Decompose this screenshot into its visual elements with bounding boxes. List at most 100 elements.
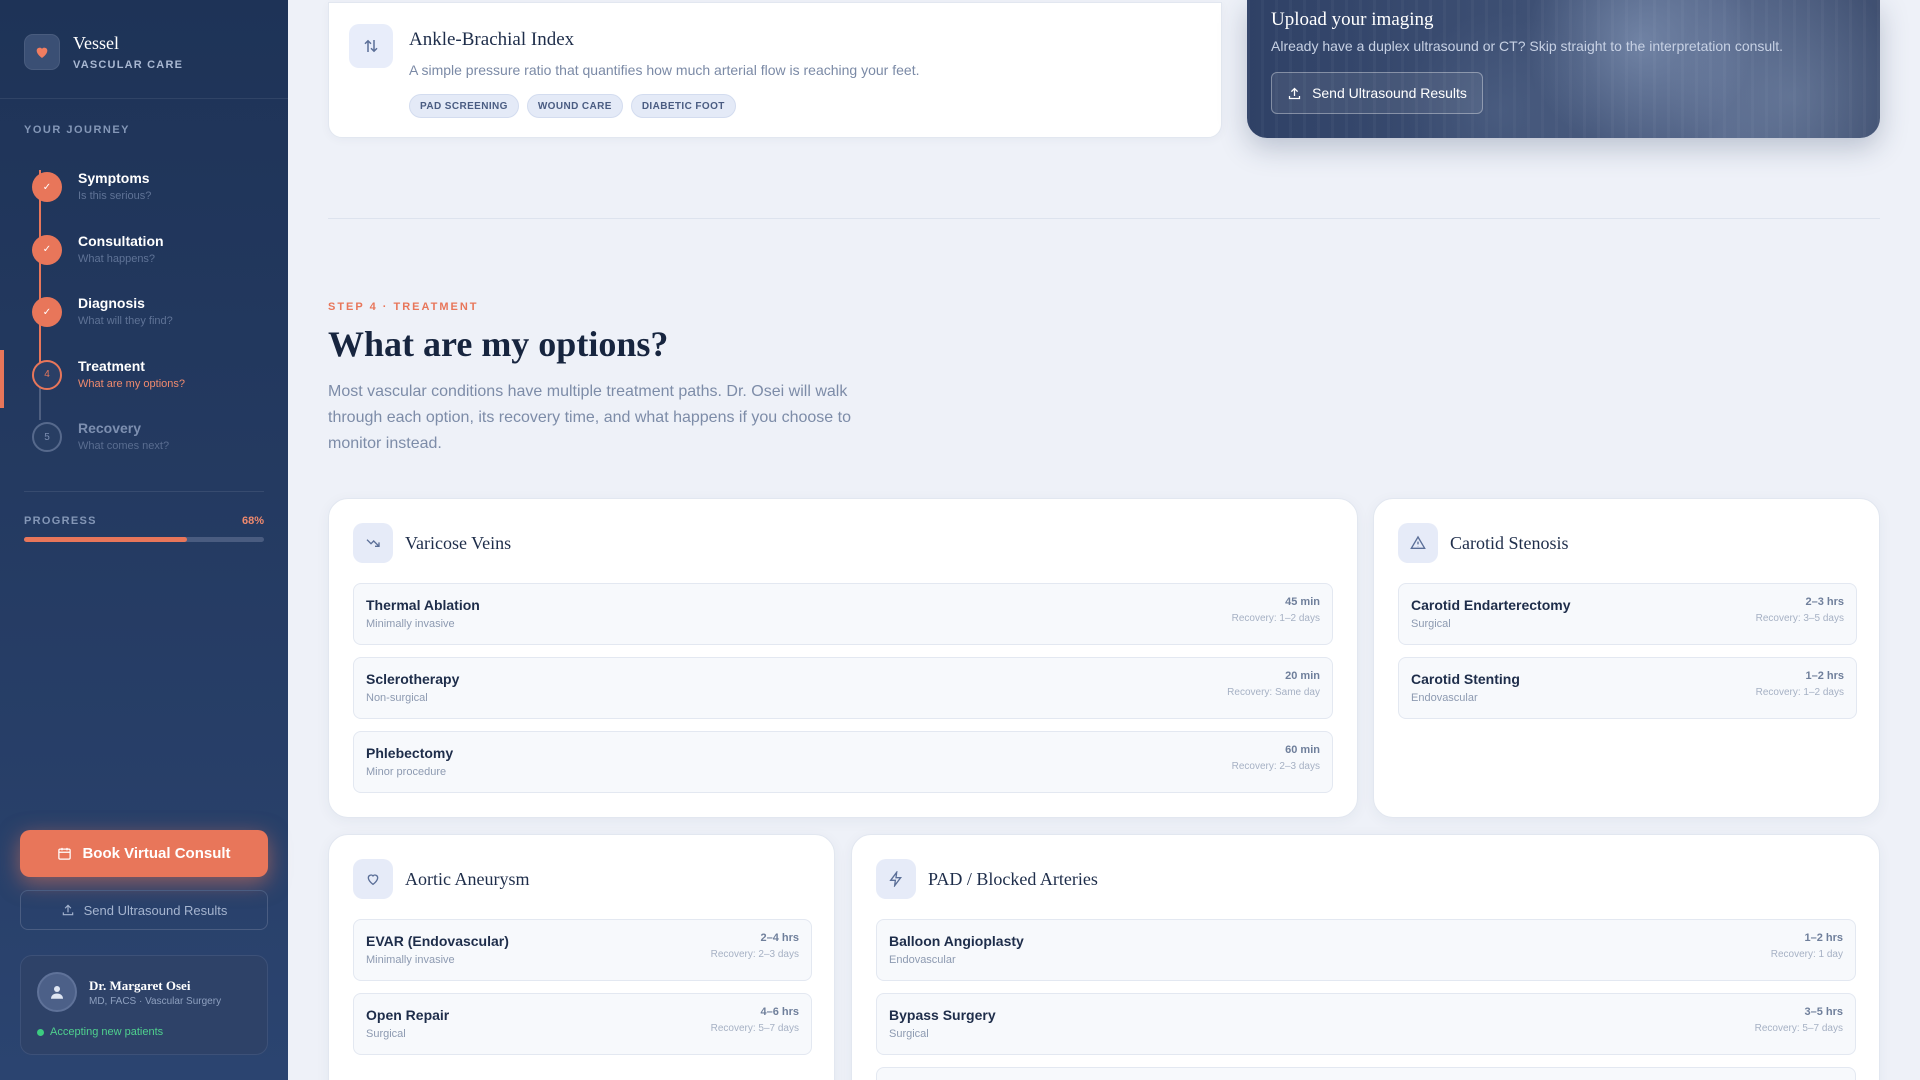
option-name: Balloon Angioplasty [889,933,1024,949]
status-dot-icon [37,1028,44,1036]
heart-outline-icon [353,859,393,899]
step-number: 4 [32,359,62,390]
option-duration: 2–3 hrs [1805,596,1844,608]
step-subtitle: Is this serious? [78,190,152,202]
condition-card-varicose: Varicose Veins Thermal Ablation Minimall… [328,498,1358,818]
status-text: Accepting new patients [50,1026,164,1038]
step-recovery[interactable]: 5 Recovery What comes next? [24,412,274,475]
option-recovery: Recovery: 5–7 days [1754,1023,1843,1034]
step-title: Symptoms [78,170,150,186]
divider [328,218,1880,219]
heart-icon [24,33,60,70]
treatment-option[interactable]: Open Repair Surgical 4–6 hrs Recovery: 5… [353,993,812,1055]
step-consultation[interactable]: ✓ Consultation What happens? [24,225,274,288]
step-subtitle: What are my options? [78,377,185,390]
option-recovery: Recovery: 1–2 days [1755,687,1844,698]
option-type: Non-surgical [366,692,428,704]
doctor-name: Dr. Margaret Osei [89,978,191,993]
option-duration: 4–6 hrs [760,1006,799,1018]
step-symptoms[interactable]: ✓ Symptoms Is this serious? [24,162,274,225]
progress-fill [24,537,188,542]
option-recovery: Recovery: 5–7 days [710,1023,799,1034]
upload-description: Already have a duplex ultrasound or CT? … [1271,38,1784,54]
option-name: Open Repair [366,1007,450,1023]
journey-label: YOUR JOURNEY [24,124,131,136]
alert-triangle-icon [1398,523,1438,563]
condition-card-carotid: Carotid Stenosis Carotid Endarterectomy … [1373,498,1880,818]
step-treatment[interactable]: 4 Treatment What are my options? [0,349,274,413]
upload-imaging-card: Upload your imaging Already have a duple… [1247,0,1880,138]
step-title: Consultation [78,232,164,249]
option-name: Sclerotherapy [366,671,460,687]
step-title: Recovery [78,420,142,436]
treatment-option[interactable]: EVAR (Endovascular) Minimally invasive 2… [353,919,812,981]
step-diagnosis[interactable]: ✓ Diagnosis What will they find? [24,287,274,350]
option-duration: 2–4 hrs [760,932,799,944]
section-eyebrow: STEP 4 · TREATMENT [328,301,479,313]
doctor-card[interactable]: Dr. Margaret Osei MD, FACS · Vascular Su… [20,955,268,1055]
book-consult-button[interactable]: Book Virtual Consult [20,830,268,877]
page-title: What are my options? [328,324,669,364]
section-intro: Most vascular conditions have multiple t… [328,383,851,452]
brand-name: Vessel [73,33,119,53]
progress-value: 68% [241,515,264,527]
send-ultrasound-button[interactable]: Send Ultrasound Results [1271,72,1483,114]
abi-card[interactable]: Ankle-Brachial Index A simple pressure r… [328,2,1222,138]
step-number: 5 [32,422,62,452]
option-type: Surgical [889,1028,929,1040]
send-results-label: Send Ultrasound Results [83,902,228,918]
check-icon: ✓ [32,297,62,327]
treatment-option[interactable]: Thermal Ablation Minimally invasive 45 m… [353,583,1333,645]
option-duration: 20 min [1285,670,1320,682]
option-type: Surgical [1411,618,1451,630]
option-type: Minor procedure [366,766,447,778]
treatment-option[interactable]: Bypass Surgery Surgical 3–5 hrs Recovery… [876,993,1856,1055]
option-duration: 1–2 hrs [1805,670,1844,682]
avatar [37,972,77,1012]
divider [0,98,288,99]
option-type: Minimally invasive [366,618,455,630]
brand-subtitle: VASCULAR CARE [73,59,184,71]
status-badge: Accepting new patients [37,1026,163,1038]
card-description: A simple pressure ratio that quantifies … [409,62,920,78]
option-duration: 45 min [1285,596,1320,608]
sidebar: Vessel VASCULAR CARE YOUR JOURNEY ✓ Symp… [0,0,288,1080]
treatment-option[interactable] [876,1067,1856,1080]
treatment-option[interactable]: Sclerotherapy Non-surgical 20 min Recove… [353,657,1333,719]
main-content: Ankle-Brachial Index A simple pressure r… [288,0,1920,1080]
active-indicator [0,349,4,408]
option-name: EVAR (Endovascular) [366,933,509,949]
tag: DIABETIC FOOT [630,94,736,118]
tag: PAD SCREENING [409,94,519,118]
option-type: Minimally invasive [366,954,455,966]
progress-label: PROGRESS [24,515,97,527]
option-type: Endovascular [1411,692,1478,704]
step-subtitle: What happens? [78,252,156,265]
book-consult-label: Book Virtual Consult [82,845,231,862]
upload-title: Upload your imaging [1271,9,1434,30]
treatment-option[interactable]: Balloon Angioplasty Endovascular 1–2 hrs… [876,919,1856,981]
doctor-credentials: MD, FACS · Vascular Surgery [89,996,222,1007]
treatment-option[interactable]: Phlebectomy Minor procedure 60 min Recov… [353,731,1333,793]
brand[interactable]: Vessel VASCULAR CARE [24,32,183,71]
step-title: Treatment [78,357,145,374]
treatment-option[interactable]: Carotid Endarterectomy Surgical 2–3 hrs … [1398,583,1857,645]
journey-steps: ✓ Symptoms Is this serious? ✓ Consultati… [0,162,274,475]
option-recovery: Recovery: 3–5 days [1755,613,1844,624]
step-subtitle: What comes next? [78,440,170,452]
option-duration: 3–5 hrs [1804,1006,1843,1018]
step-title: Diagnosis [78,295,145,311]
option-name: Phlebectomy [366,745,454,761]
treatment-option[interactable]: Carotid Stenting Endovascular 1–2 hrs Re… [1398,657,1857,719]
condition-card-aortic: Aortic Aneurysm EVAR (Endovascular) Mini… [328,834,835,1080]
condition-title: Carotid Stenosis [1450,533,1569,553]
option-duration: 60 min [1285,744,1320,756]
option-recovery: Recovery: 1 day [1770,949,1843,960]
option-name: Bypass Surgery [889,1007,996,1023]
send-results-button[interactable]: Send Ultrasound Results [20,890,268,930]
check-icon: ✓ [32,234,62,265]
tag-list: PAD SCREENING WOUND CARE DIABETIC FOOT [409,94,744,118]
progress-bar [24,537,264,542]
upload-icon [1288,87,1301,99]
condition-title: Aortic Aneurysm [405,869,530,889]
